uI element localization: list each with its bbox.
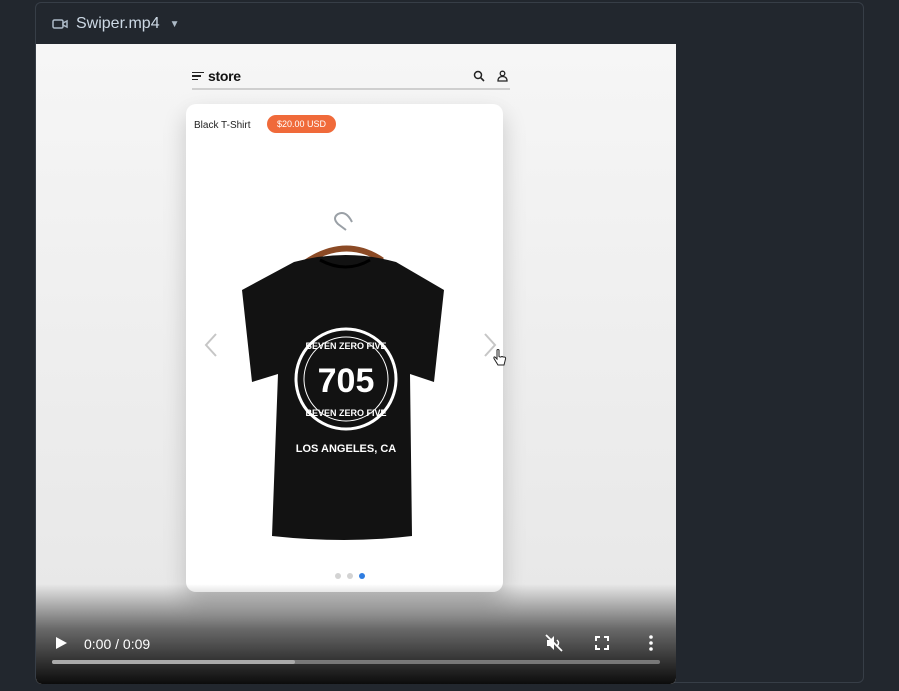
time-display: 0:00 / 0:09 bbox=[84, 636, 151, 652]
fullscreen-icon[interactable] bbox=[593, 634, 611, 652]
shirt-print-line2: BEVEN ZERO FIVE bbox=[305, 408, 386, 418]
pagination-dot[interactable] bbox=[335, 573, 341, 579]
shirt-print-line1: BEVEN ZERO FIVE bbox=[305, 341, 386, 351]
store-brand: store bbox=[208, 68, 241, 84]
player-controls: 0:00 / 0:09 bbox=[36, 624, 676, 684]
file-name: Swiper.mp4 bbox=[76, 15, 160, 32]
shirt-print-city: LOS ANGELES, CA bbox=[296, 443, 396, 455]
chevron-left-icon bbox=[204, 333, 217, 357]
store-header: store bbox=[192, 64, 510, 90]
pagination-dot[interactable] bbox=[347, 573, 353, 579]
product-name: Black T-Shirt bbox=[194, 120, 251, 131]
muted-icon[interactable] bbox=[545, 634, 563, 652]
chevron-down-icon[interactable]: ▼ bbox=[170, 19, 180, 30]
video-file-card: Swiper.mp4 ▼ store Black T-Shirt $20.00 … bbox=[35, 2, 864, 684]
product-card: Black T-Shirt $20.00 USD BEVEN ZERO FIVE… bbox=[186, 104, 503, 592]
more-options-icon[interactable] bbox=[642, 634, 660, 652]
shirt-print-number: 705 bbox=[318, 362, 375, 400]
progress-bar[interactable] bbox=[52, 660, 660, 664]
video-player[interactable]: store Black T-Shirt $20.00 USD BEVEN ZER… bbox=[36, 44, 676, 684]
video-icon bbox=[52, 19, 68, 29]
price-badge: $20.00 USD bbox=[267, 115, 337, 133]
t-shirt-image: BEVEN ZERO FIVE 705 BEVEN ZERO FIVE LOS … bbox=[242, 212, 444, 540]
file-header[interactable]: Swiper.mp4 ▼ bbox=[36, 3, 863, 45]
pagination-dot-active[interactable] bbox=[359, 573, 365, 579]
carousel-pagination[interactable] bbox=[335, 573, 365, 579]
play-icon[interactable] bbox=[54, 636, 68, 650]
user-icon bbox=[497, 70, 508, 82]
progress-fill bbox=[52, 660, 296, 664]
search-icon bbox=[473, 70, 485, 82]
hand-cursor-icon bbox=[493, 349, 507, 366]
menu-icon bbox=[192, 70, 204, 83]
